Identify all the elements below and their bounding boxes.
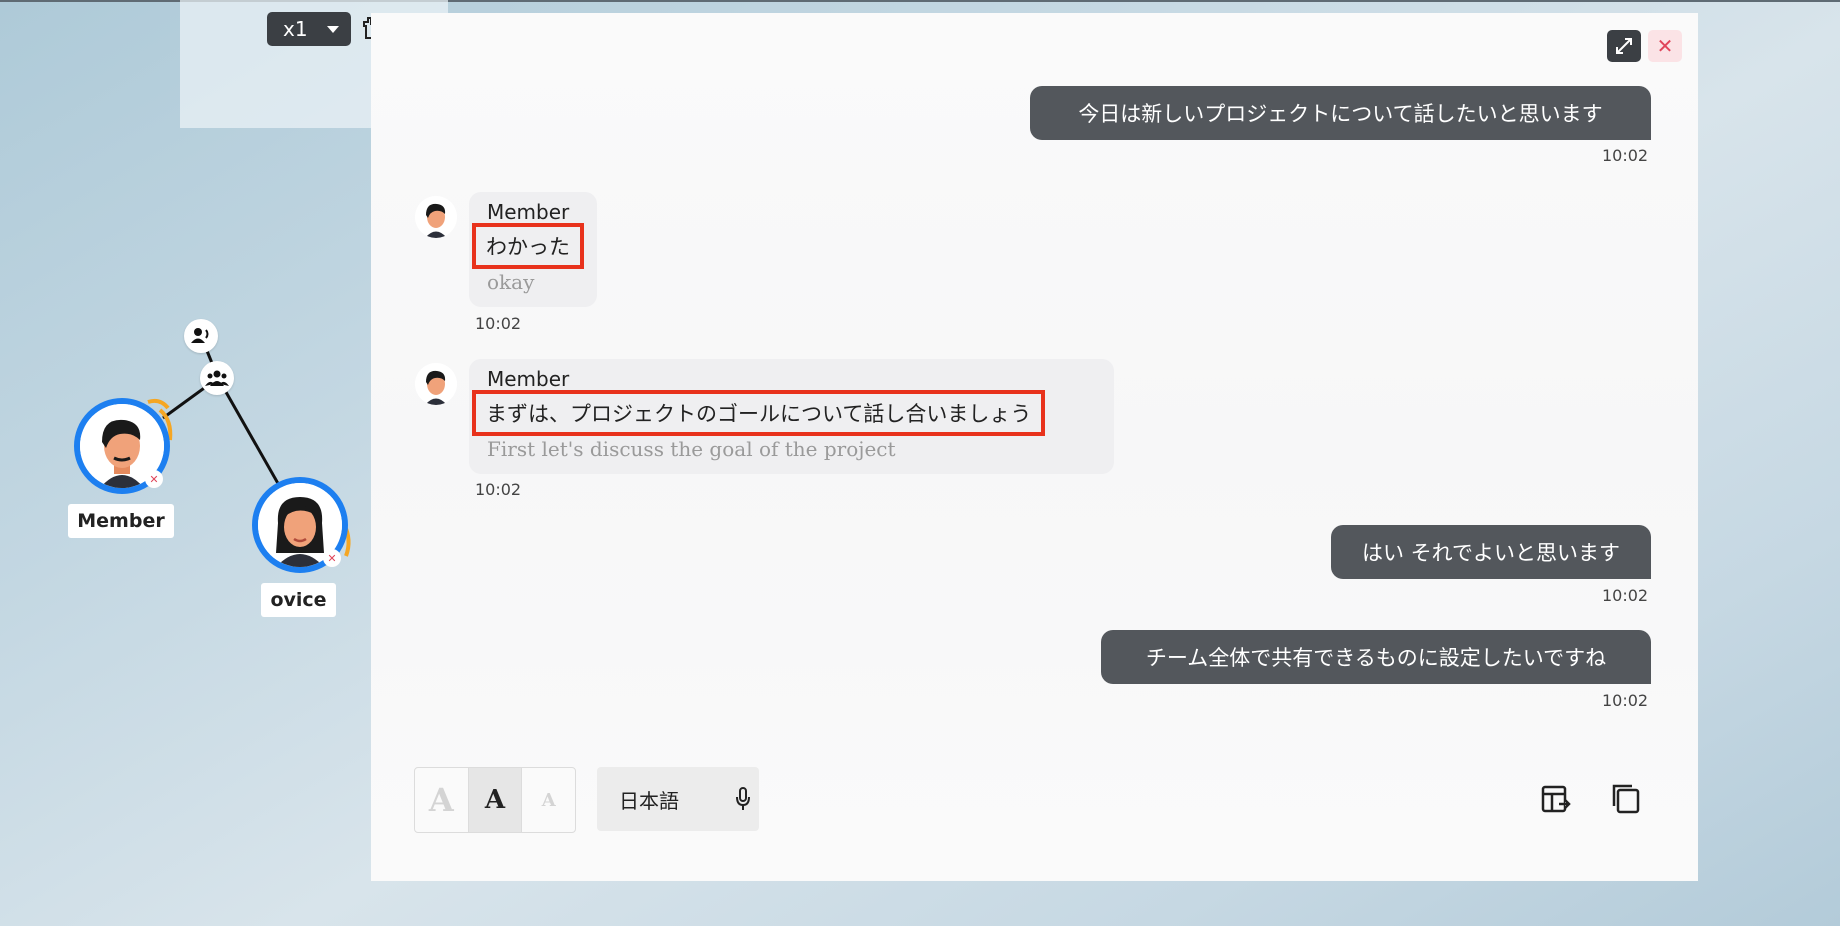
- speaker-group-icon: [191, 328, 209, 343]
- mic-muted-icon: ✕: [323, 549, 341, 567]
- user-name-label: ovice: [261, 583, 336, 617]
- copy-icon[interactable]: [1609, 782, 1643, 816]
- man-face-icon: [415, 363, 457, 405]
- zoom-value: x1: [283, 17, 308, 41]
- message-time: 10:02: [1602, 586, 1649, 605]
- font-size-medium-button[interactable]: A: [468, 768, 523, 832]
- member-avatar: [415, 196, 457, 238]
- message-time: 10:02: [475, 480, 522, 499]
- message-time: 10:02: [475, 314, 522, 333]
- sender-name: Member: [487, 200, 570, 224]
- mic-muted-icon: ✕: [145, 470, 163, 488]
- my-message-bubble: チーム全体で共有できるものに設定したいですね: [1101, 630, 1651, 684]
- translated-text: First let's discuss the goal of the proj…: [487, 437, 896, 461]
- man-face-icon: [415, 196, 457, 238]
- microphone-icon[interactable]: [735, 787, 751, 816]
- member-avatar: [415, 363, 457, 405]
- expand-button[interactable]: [1607, 30, 1641, 62]
- original-text: わかった: [472, 223, 584, 269]
- speaker-group-node[interactable]: [184, 319, 218, 353]
- language-label: 日本語: [619, 788, 679, 813]
- my-message-bubble: 今日は新しいプロジェクトについて話したいと思います: [1030, 86, 1651, 140]
- font-size-selector: A A A: [414, 767, 576, 833]
- group-icon: [205, 370, 229, 386]
- close-button[interactable]: ✕: [1648, 30, 1682, 62]
- user-name-label: Member: [68, 504, 174, 538]
- language-selector[interactable]: 日本語: [597, 767, 759, 831]
- message-time: 10:02: [1602, 146, 1649, 165]
- group-node[interactable]: [200, 361, 234, 395]
- translated-text: okay: [487, 270, 535, 294]
- close-icon: ✕: [1656, 34, 1674, 58]
- message-text: 今日は新しいプロジェクトについて話したいと思います: [1078, 102, 1603, 126]
- sender-name: Member: [487, 367, 570, 391]
- font-size-small-button[interactable]: A: [522, 768, 575, 832]
- message-text: チーム全体で共有できるものに設定したいですね: [1145, 646, 1607, 670]
- my-message-bubble: はい それでよいと思います: [1331, 525, 1651, 579]
- message-time: 10:02: [1602, 691, 1649, 710]
- chevron-down-icon: [327, 26, 339, 33]
- message-text: はい それでよいと思います: [1361, 541, 1621, 565]
- expand-icon: [1616, 38, 1632, 54]
- zoom-select[interactable]: x1: [267, 12, 351, 46]
- font-size-large-button[interactable]: A: [415, 768, 469, 832]
- table-export-icon[interactable]: [1539, 782, 1573, 816]
- original-text: まずは、プロジェクトのゴールについて話し合いましょう: [472, 390, 1046, 436]
